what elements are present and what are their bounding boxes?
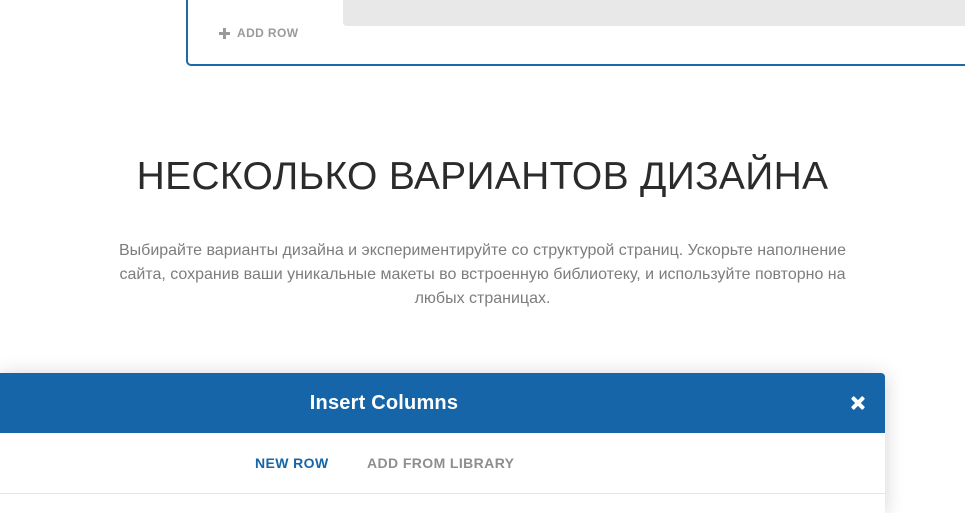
insert-columns-modal: Insert Columns NEW ROW ADD FROM LIBRARY	[0, 373, 885, 513]
empty-column-placeholder	[343, 0, 965, 26]
tab-new-row[interactable]: NEW ROW	[255, 433, 329, 493]
section-description: Выбирайте варианты дизайна и эксперимент…	[118, 242, 846, 307]
modal-header: Insert Columns	[0, 373, 885, 433]
close-icon	[848, 393, 868, 413]
section-title: НЕСКОЛЬКО ВАРИАНТОВ ДИЗАЙНА	[136, 155, 829, 198]
modal-title: Insert Columns	[309, 392, 459, 414]
modal-tabs: NEW ROW ADD FROM LIBRARY	[0, 433, 885, 494]
tab-add-from-library[interactable]: ADD FROM LIBRARY	[367, 433, 514, 493]
close-button[interactable]	[848, 393, 868, 413]
add-row-label: ADD ROW	[237, 26, 299, 40]
add-row-button[interactable]: ADD ROW	[219, 26, 298, 40]
builder-row-frame: ADD ROW	[186, 0, 965, 66]
plus-icon	[219, 27, 230, 39]
